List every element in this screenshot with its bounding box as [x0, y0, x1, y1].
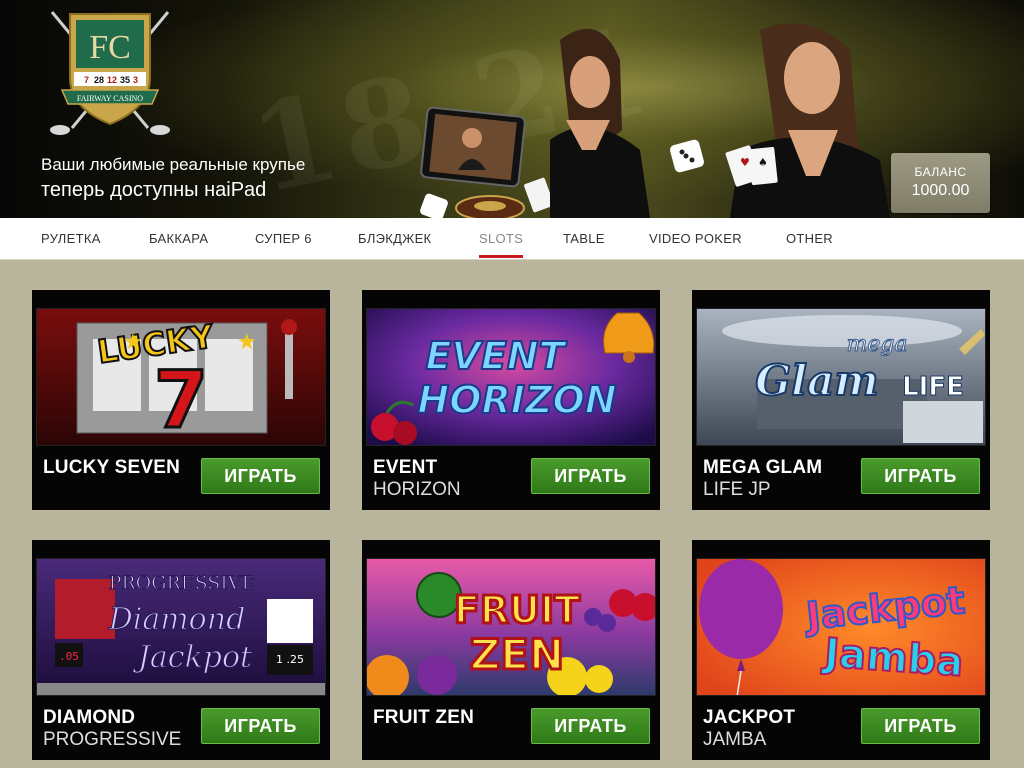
art-title: LIFE — [902, 372, 964, 402]
logo-number: 12 — [107, 75, 117, 85]
art-title: EVENT — [425, 334, 567, 378]
logo-text: FAIRWAY CASINO — [77, 94, 143, 103]
play-button[interactable]: ИГРАТЬ — [201, 708, 320, 744]
play-button[interactable]: ИГРАТЬ — [861, 708, 980, 744]
tagline: Ваши любимые реальные крупье теперь дост… — [41, 154, 305, 204]
game-title: MEGA GLAM — [703, 457, 823, 478]
logo-number: 35 — [120, 75, 130, 85]
game-title: FRUIT ZEN — [373, 707, 475, 728]
logo-number: 7 — [84, 75, 89, 85]
svg-text:1 .25: 1 .25 — [276, 653, 304, 666]
game-thumbnail[interactable]: Jackpot Jamba — [696, 558, 986, 696]
nav-item-other[interactable]: OTHER — [786, 218, 833, 260]
nav-item-table[interactable]: TABLE — [563, 218, 605, 260]
art-title: Glam — [755, 356, 878, 405]
game-card-diamond-progressive[interactable]: .05 1 .25 PROGRESSIVE Diamond Jackpot DI… — [32, 540, 330, 760]
nav-item-roulette[interactable]: РУЛЕТКА — [41, 218, 101, 260]
game-subtitle: LIFE JP — [703, 479, 771, 500]
nav-item-blackjack[interactable]: БЛЭКДЖЕК — [358, 218, 431, 260]
game-card-jackpot-jamba[interactable]: Jackpot Jamba JACKPOT JAMBA ИГРАТЬ — [692, 540, 990, 760]
balance-label: БАЛАНС — [914, 165, 967, 179]
game-title: JACKPOT — [703, 707, 796, 728]
art-title: mega — [846, 332, 907, 357]
art-title: ZEN — [470, 630, 564, 679]
game-title: DIAMOND — [43, 707, 136, 728]
game-thumbnail[interactable]: LUCKY 7 ★ ★ — [36, 308, 326, 446]
svg-text:★: ★ — [237, 330, 257, 355]
nav-item-slots[interactable]: SLOTS — [479, 218, 524, 260]
game-subtitle: PROGRESSIVE — [43, 729, 182, 750]
header-banner: 18 21 7 28 12 35 3 FAIRWAY CASINO FC Ваш… — [0, 0, 1024, 218]
art-title: FRUIT — [454, 588, 580, 632]
game-thumbnail[interactable]: mega Glam LIFE — [696, 308, 986, 446]
dealer-figure: ♥ ♠ — [725, 23, 890, 218]
balance-value: 1000.00 — [911, 182, 970, 199]
game-title: EVENT — [373, 457, 438, 478]
game-title: LUCKY SEVEN — [43, 457, 180, 478]
game-subtitle: JAMBA — [703, 729, 767, 750]
play-button[interactable]: ИГРАТЬ — [531, 458, 650, 494]
nav-item-baccarat[interactable]: БАККАРА — [149, 218, 208, 260]
svg-text:★: ★ — [123, 330, 143, 355]
svg-text:♥: ♥ — [740, 156, 750, 169]
logo-monogram: FC — [89, 29, 131, 66]
game-subtitle: HORIZON — [373, 479, 461, 500]
games-grid: LUCKY 7 ★ ★ LUCKY SEVEN ИГРАТЬ EVENT HOR… — [0, 260, 1024, 768]
dealer-figure — [550, 28, 650, 218]
play-button[interactable]: ИГРАТЬ — [531, 708, 650, 744]
art-title: HORIZON — [417, 378, 616, 422]
balance-box: БАЛАНС 1000.00 — [891, 153, 990, 213]
tagline-line2: теперь доступны наiPad — [41, 179, 267, 201]
game-thumbnail[interactable]: FRUIT ZEN — [366, 558, 656, 696]
logo-number: 28 — [94, 75, 104, 85]
game-thumbnail[interactable]: .05 1 .25 PROGRESSIVE Diamond Jackpot — [36, 558, 326, 696]
tagline-line1: Ваши любимые реальные крупье — [41, 155, 306, 174]
art-title: PROGRESSIVE — [109, 572, 256, 594]
game-card-fruit-zen[interactable]: FRUIT ZEN FRUIT ZEN ИГРАТЬ — [362, 540, 660, 760]
game-thumbnail[interactable]: EVENT HORIZON — [366, 308, 656, 446]
dealers-illustration: ♥ ♠ — [410, 0, 890, 218]
game-card-mega-glam-life[interactable]: mega Glam LIFE MEGA GLAM LIFE JP ИГРАТЬ — [692, 290, 990, 510]
category-nav: РУЛЕТКА БАККАРА СУПЕР 6 БЛЭКДЖЕК SLOTS T… — [0, 218, 1024, 260]
svg-text:♠: ♠ — [758, 156, 768, 169]
ipad-icon — [420, 106, 526, 188]
game-card-lucky-seven[interactable]: LUCKY 7 ★ ★ LUCKY SEVEN ИГРАТЬ — [32, 290, 330, 510]
fairway-casino-logo[interactable]: 7 28 12 35 3 FAIRWAY CASINO FC — [44, 8, 176, 138]
play-button[interactable]: ИГРАТЬ — [201, 458, 320, 494]
art-title: 7 — [154, 356, 208, 446]
logo-number: 3 — [133, 75, 138, 85]
art-title: Diamond — [108, 602, 246, 637]
art-title: Jackpot — [132, 640, 253, 675]
nav-item-super6[interactable]: СУПЕР 6 — [255, 218, 312, 260]
svg-text:.05: .05 — [59, 650, 79, 663]
play-button[interactable]: ИГРАТЬ — [861, 458, 980, 494]
nav-item-video-poker[interactable]: VIDEO POKER — [649, 218, 742, 260]
game-card-event-horizon[interactable]: EVENT HORIZON EVENT HORIZON ИГРАТЬ — [362, 290, 660, 510]
